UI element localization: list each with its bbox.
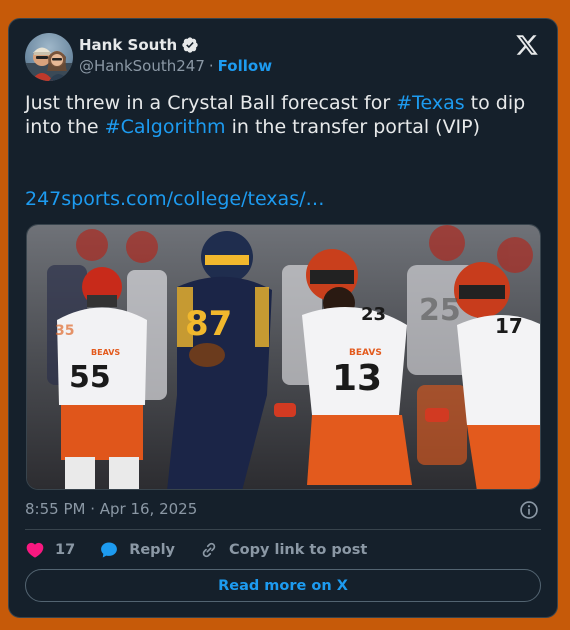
reply-label: Reply: [129, 542, 175, 558]
avatar[interactable]: [25, 33, 73, 81]
action-bar: 17 Reply Copy link to post: [25, 539, 391, 561]
author-handle-row: @HankSouth247 · Follow: [79, 57, 272, 75]
handle-separator: ·: [208, 57, 214, 75]
follow-button[interactable]: Follow: [218, 57, 272, 75]
divider: [25, 529, 541, 530]
tweet-text-part: in the transfer portal (VIP): [225, 116, 481, 138]
jersey-number-13: 13: [332, 358, 382, 399]
author-handle[interactable]: @HankSouth247: [79, 57, 205, 75]
copy-link-button[interactable]: Copy link to post: [199, 540, 367, 560]
author-display-name[interactable]: Hank South: [79, 36, 177, 54]
tweet-link[interactable]: 247sports.com/college/texas/…: [25, 188, 325, 210]
info-icon[interactable]: [519, 500, 539, 520]
tweet-text-part: Just threw in a Crystal Ball forecast fo…: [25, 92, 397, 114]
x-logo-icon[interactable]: [515, 33, 539, 57]
like-count: 17: [55, 542, 76, 558]
tweet-photo[interactable]: 55 87 13 23 17 25 35 BEAVS BEAVS: [26, 224, 541, 490]
jersey-number-17: 17: [495, 314, 523, 338]
jersey-number-35: 35: [55, 323, 74, 339]
jersey-number-23: 23: [361, 304, 386, 325]
jersey-text-beavs: BEAVS: [91, 348, 120, 357]
reply-button[interactable]: Reply: [99, 540, 175, 560]
link-icon: [202, 542, 216, 558]
like-button[interactable]: 17: [25, 540, 75, 560]
jersey-number-55: 55: [69, 360, 111, 395]
tweet-card: Hank South @HankSouth247 · Follow Just t…: [8, 18, 558, 618]
copy-link-label: Copy link to post: [229, 542, 368, 558]
tweet-text: Just threw in a Crystal Ball forecast fo…: [25, 91, 535, 139]
tweet-timestamp[interactable]: 8:55 PM · Apr 16, 2025: [25, 500, 197, 518]
jersey-number-25: 25: [419, 293, 461, 328]
hashtag-calgorithm[interactable]: #Calgorithm: [105, 116, 226, 138]
read-more-button[interactable]: Read more on X: [25, 569, 541, 602]
reply-bubble-icon: [101, 542, 118, 558]
jersey-text-beavs: BEAVS: [349, 348, 382, 358]
jersey-number-87: 87: [185, 304, 232, 344]
author-name-row: Hank South: [79, 36, 199, 54]
heart-icon: [26, 542, 44, 558]
verified-badge-icon: [181, 36, 199, 54]
hashtag-texas[interactable]: #Texas: [396, 92, 464, 114]
